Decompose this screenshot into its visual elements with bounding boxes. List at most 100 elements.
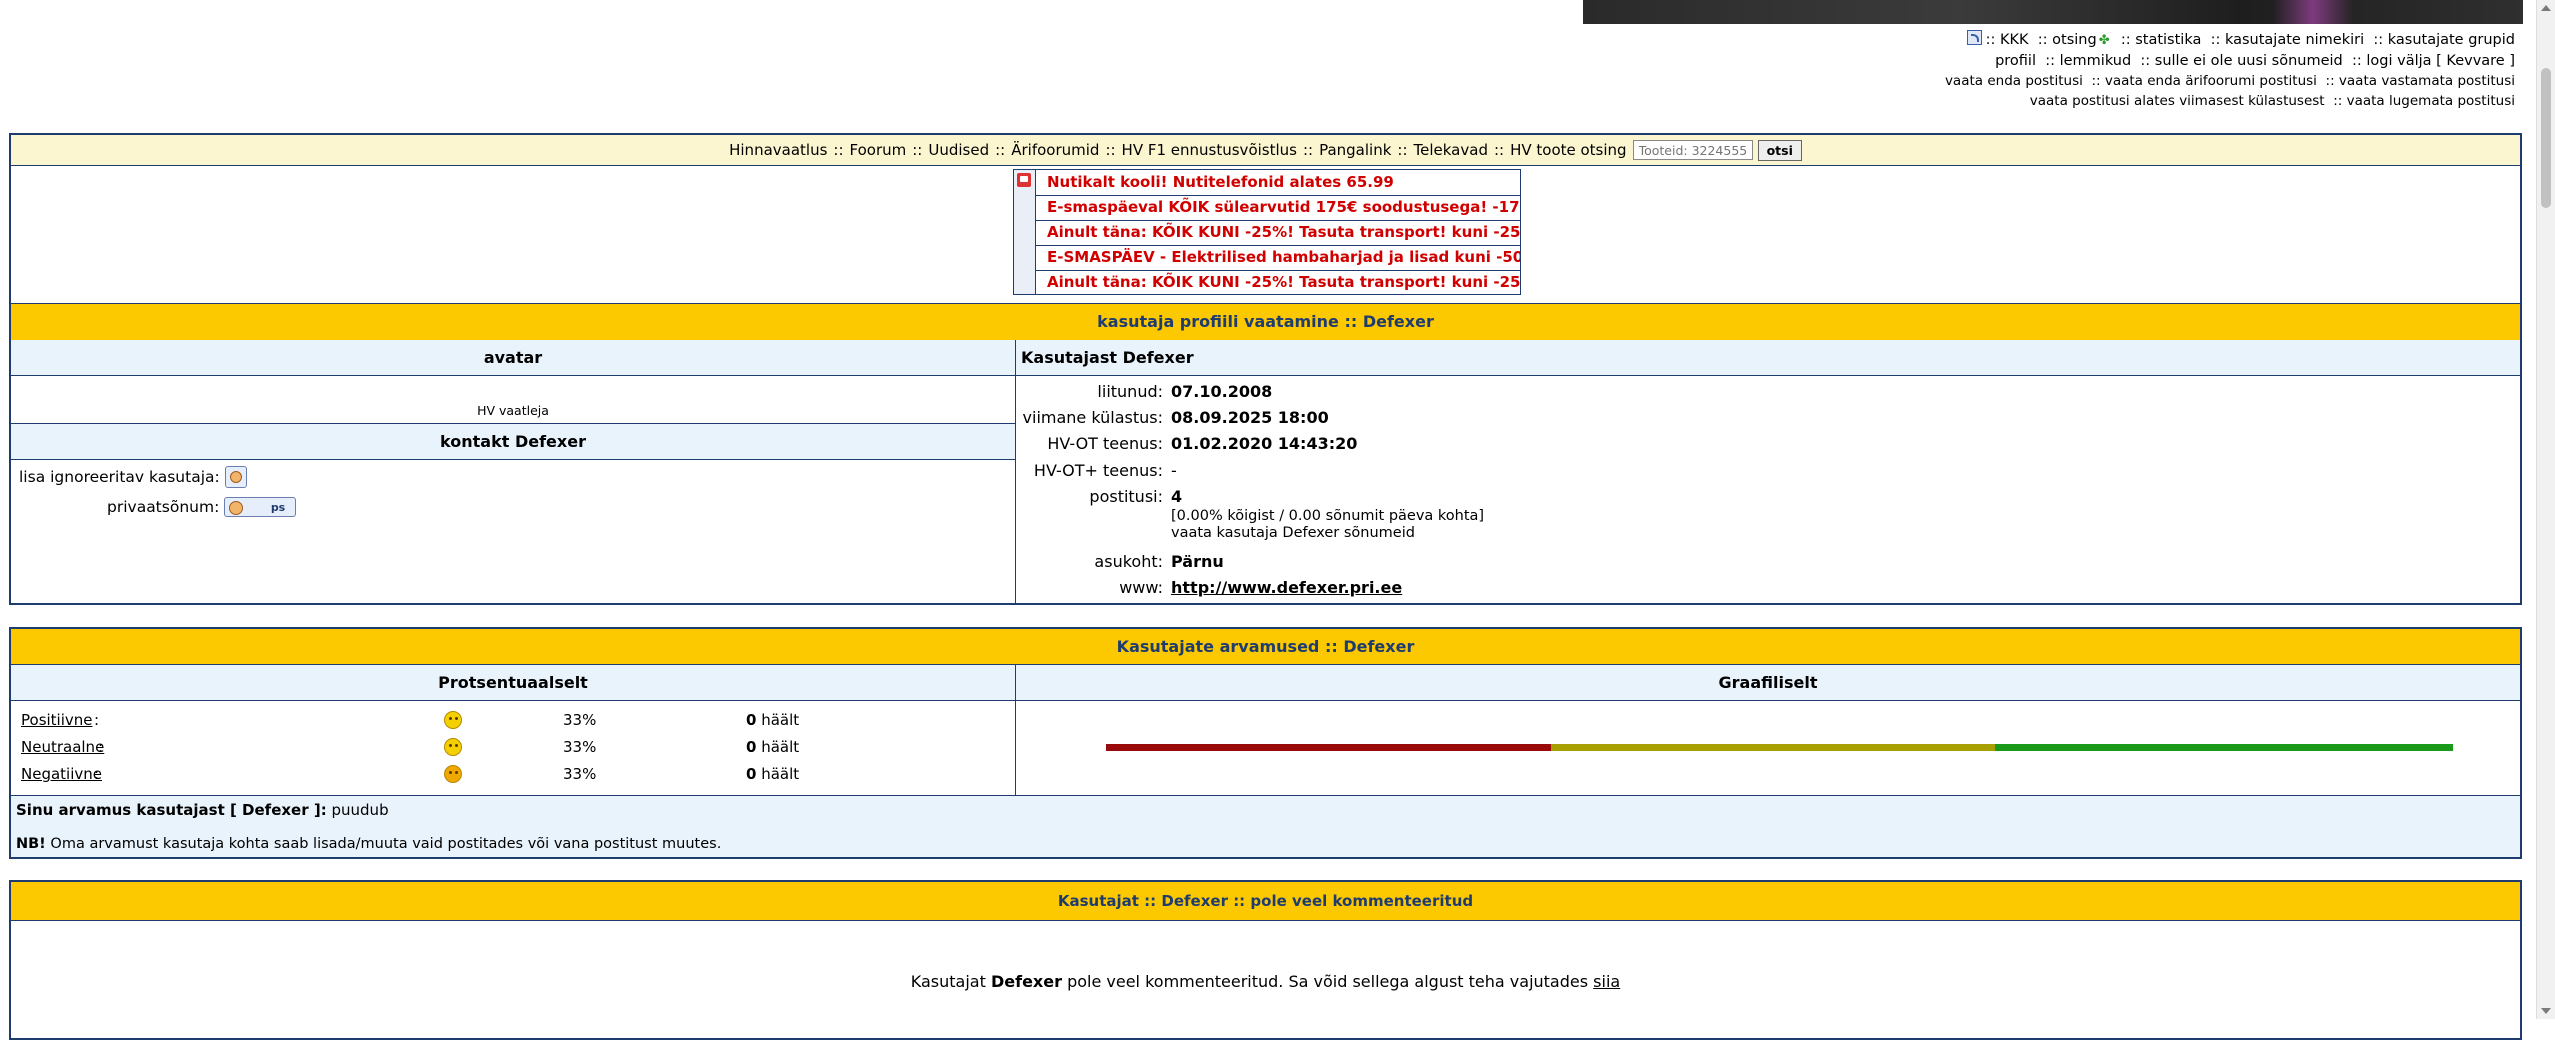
ads-box: Nutikalt kooli! Nutitelefonid alates 65.…: [1013, 169, 1521, 295]
opinion-bar: [1106, 744, 2454, 751]
rss-icon[interactable]: [1966, 30, 1982, 45]
opinion-bar-segment: [1106, 744, 1551, 751]
nav-hinnavaatlus[interactable]: Hinnavaatlus: [729, 141, 827, 159]
opinion-votes: 0 häält: [746, 765, 800, 783]
neutral-smiley-icon: [444, 738, 462, 756]
link-unanswered-posts[interactable]: vaata vastamata postitusi: [2339, 73, 2515, 89]
private-message-row: privaatsõnum: ps: [107, 497, 297, 517]
opinion-row-neutral: Neutraalne: 33% 0 häält: [21, 738, 800, 756]
product-search-input[interactable]: [1632, 140, 1753, 160]
ad-link[interactable]: E-smaspäeval KÕIK sülearvutid 175€ soodu…: [1035, 195, 1520, 221]
site-banner-image[interactable]: [1583, 0, 2523, 24]
opinions-footer: Sinu arvamus kasutajast [ Defexer ]: puu…: [11, 795, 2520, 857]
opinion-percent: 33%: [563, 711, 597, 729]
your-opinion: Sinu arvamus kasutajast [ Defexer ]: puu…: [16, 801, 389, 819]
opinion-bar-segment: [1995, 744, 2454, 751]
link-logout[interactable]: logi välja [ Kevvare ]: [2366, 53, 2515, 69]
opinion-votes: 0 häält: [746, 711, 800, 729]
percent-heading: Protsentuaalselt: [11, 665, 1015, 701]
ad-link[interactable]: Ainult täna: KÕIK KUNI -25%! Tasuta tran…: [1035, 270, 1520, 295]
view-user-posts-link[interactable]: vaata kasutaja Defexer sõnumeid: [1171, 525, 1415, 542]
angry-smiley-icon: [444, 765, 462, 783]
opinion-note: NB! Oma arvamust kasutaja kohta saab lis…: [16, 836, 722, 852]
top-links: :: KKK :: otsing ✤ :: statistika :: kasut…: [1945, 30, 2515, 111]
opinions-percent-column: Protsentuaalselt Positiivne: 33% 0 häält…: [11, 665, 1016, 795]
avatar-heading: avatar: [11, 340, 1015, 376]
about-heading: Kasutajast Defexer: [1016, 340, 2520, 376]
opinion-name[interactable]: Negatiivne: [21, 765, 102, 783]
opinion-row-negative: Negatiivne: 33% 0 häält: [21, 765, 800, 783]
hvotplus-value: -: [1171, 461, 1177, 480]
top-links-row-1: :: KKK :: otsing ✤ :: statistika :: kasut…: [1945, 30, 2515, 51]
ignore-user-row: lisa ignoreeritav kasutaja:: [19, 466, 247, 488]
private-message-label: privaatsõnum:: [107, 497, 220, 516]
page-scrollbar[interactable]: [2536, 0, 2555, 1019]
comments-panel: Kasutajat :: Defexer :: pole veel kommen…: [9, 880, 2522, 1040]
posts-count: 4: [1171, 487, 1183, 506]
joined-date: 07.10.2008: [1171, 382, 1273, 401]
profile-panel: Hinnavaatlus:: Foorum:: Uudised:: Ärifoo…: [9, 133, 2522, 605]
link-profile[interactable]: profiil: [1995, 53, 2036, 69]
last-visit-date: 08.09.2025 18:00: [1171, 408, 1329, 427]
opinion-name[interactable]: Neutraalne: [21, 738, 104, 756]
scrollbar-thumb[interactable]: [2541, 68, 2551, 208]
link-favorites[interactable]: lemmikud: [2060, 53, 2132, 69]
ad-link[interactable]: E-SMASPÄEV - Elektrilised hambaharjad ja…: [1035, 245, 1520, 271]
opinions-graph-column: Graafiliselt: [1016, 665, 2520, 795]
clover-icon: ✤: [2098, 33, 2110, 48]
posts-stats: [0.00% kõigist / 0.00 sõnumit päeva koht…: [1171, 508, 1485, 524]
link-posts-since-last-visit[interactable]: vaata postitusi alates viimasest külastu…: [2030, 93, 2325, 109]
opinion-percent: 33%: [563, 738, 597, 756]
link-user-groups[interactable]: kasutajate grupid: [2388, 32, 2515, 48]
private-message-button[interactable]: ps: [224, 497, 297, 517]
nav-f1-contest[interactable]: HV F1 ennustusvõistlus: [1122, 141, 1297, 159]
top-links-row-2: profiil :: lemmikud :: sulle ei ole uusi…: [1995, 53, 2515, 69]
website-link[interactable]: http://www.defexer.pri.ee: [1171, 578, 1402, 597]
ad-icon: [1017, 173, 1031, 187]
opinion-bar-segment: [1550, 744, 1996, 751]
link-own-posts[interactable]: vaata enda postitusi: [1945, 73, 2083, 89]
link-kkk[interactable]: KKK: [2000, 32, 2029, 48]
link-own-business-posts[interactable]: vaata enda ärifoorumi postitusi: [2105, 73, 2317, 89]
product-search-button[interactable]: otsi: [1757, 139, 1802, 161]
opinions-panel: Kasutajate arvamused :: Defexer Protsent…: [9, 627, 2522, 859]
ad-link[interactable]: Ainult täna: KÕIK KUNI -25%! Tasuta tran…: [1035, 220, 1520, 246]
ignore-user-label: lisa ignoreeritav kasutaja:: [19, 467, 220, 486]
nav-foorum[interactable]: Foorum: [850, 141, 907, 159]
opinion-percent: 33%: [563, 765, 597, 783]
laughing-smiley-icon: [444, 711, 462, 729]
ignore-user-icon[interactable]: [224, 466, 247, 488]
nav-arifoorumid[interactable]: Ärifoorumid: [1011, 141, 1099, 159]
comments-message: Kasutajat Defexer pole veel kommenteerit…: [910, 972, 1621, 991]
link-search[interactable]: otsing: [2052, 32, 2097, 48]
nav-telekavad[interactable]: Telekavad: [1414, 141, 1488, 159]
profile-right-column: Kasutajast Defexer liitunud: 07.10.2008 …: [1016, 340, 2520, 603]
hvot-value: 01.02.2020 14:43:20: [1171, 434, 1358, 453]
opinion-votes: 0 häält: [746, 738, 800, 756]
link-statistics[interactable]: statistika: [2135, 32, 2201, 48]
link-messages[interactable]: sulle ei ole uusi sõnumeid: [2155, 53, 2343, 69]
opinion-name[interactable]: Positiivne: [21, 711, 93, 729]
opinions-title: Kasutajate arvamused :: Defexer: [11, 629, 2520, 665]
profile-left-column: avatar HV vaatleja kontakt Defexer lisa …: [11, 340, 1016, 603]
link-unread-posts[interactable]: vaata lugemata postitusi: [2347, 93, 2515, 109]
ad-link[interactable]: Nutikalt kooli! Nutitelefonid alates 65.…: [1035, 170, 1520, 196]
nav-product-search-label: HV toote otsing: [1510, 141, 1627, 159]
scroll-down-arrow-icon[interactable]: [2541, 1008, 2551, 1014]
location-value: Pärnu: [1171, 552, 1224, 571]
profile-title: kasutaja profiili vaatamine :: Defexer: [11, 303, 2520, 341]
top-links-row-3: vaata enda postitusi :: vaata enda ärifo…: [1944, 73, 2515, 89]
top-links-row-4: vaata postitusi alates viimasest külastu…: [2029, 93, 2515, 109]
link-member-list[interactable]: kasutajate nimekiri: [2225, 32, 2364, 48]
opinion-row-positive: Positiivne: 33% 0 häält: [21, 711, 800, 729]
add-comment-link[interactable]: siia: [1593, 972, 1620, 991]
nav-pangalink[interactable]: Pangalink: [1319, 141, 1391, 159]
avatar: HV vaatleja: [11, 376, 1015, 424]
graph-heading: Graafiliselt: [1016, 665, 2520, 701]
comments-title: Kasutajat :: Defexer :: pole veel kommen…: [11, 882, 2520, 921]
main-navbar: Hinnavaatlus:: Foorum:: Uudised:: Ärifoo…: [11, 135, 2520, 166]
scroll-up-arrow-icon[interactable]: [2541, 5, 2551, 11]
user-rank: HV vaatleja: [477, 403, 549, 418]
contact-heading: kontakt Defexer: [11, 424, 1015, 460]
nav-uudised[interactable]: Uudised: [928, 141, 989, 159]
